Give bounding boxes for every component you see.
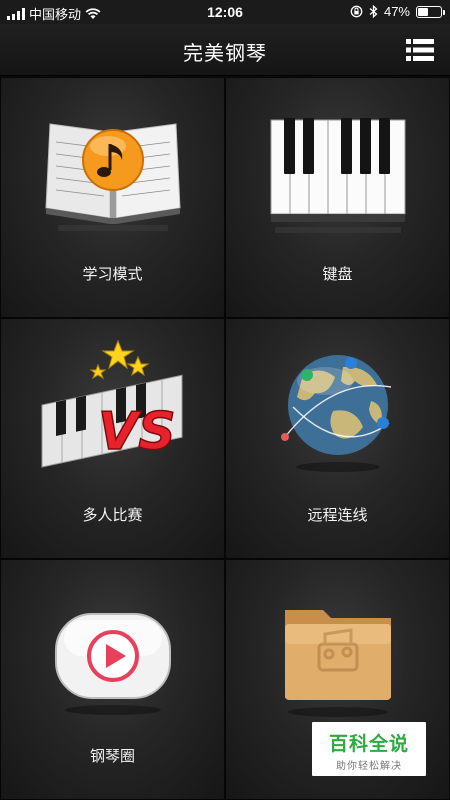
tile-learning-mode[interactable]: 学习模式 bbox=[0, 77, 225, 318]
battery-icon bbox=[416, 5, 445, 18]
globe-network-icon bbox=[281, 355, 392, 472]
svg-text:VS: VS bbox=[98, 402, 176, 462]
play-button-icon bbox=[55, 613, 171, 715]
tile-label: 远程连线 bbox=[307, 507, 368, 524]
tile-label: 键盘 bbox=[322, 266, 353, 283]
rotation-lock-icon bbox=[350, 5, 363, 18]
status-right: 47% bbox=[350, 4, 445, 19]
feature-grid: 学习模式 键盘 VS 多人比赛 远程连线 钢琴圈 bbox=[0, 77, 450, 800]
status-bar: 中国移动 12:06 47% bbox=[0, 0, 450, 24]
list-menu-icon bbox=[406, 39, 434, 61]
music-book-icon bbox=[45, 123, 181, 231]
bluetooth-icon bbox=[369, 5, 378, 18]
menu-button[interactable] bbox=[406, 38, 434, 62]
tile-keyboard[interactable]: 键盘 bbox=[225, 77, 450, 318]
battery-percent: 47% bbox=[383, 4, 410, 19]
tile-piano-circle[interactable]: 钢琴圈 bbox=[0, 559, 225, 800]
tile-label: 钢琴圈 bbox=[89, 748, 135, 765]
tile-multiplayer[interactable]: VS 多人比赛 bbox=[0, 318, 225, 559]
watermark-main-text: 百科全说 bbox=[328, 734, 409, 755]
piano-keys-icon bbox=[270, 118, 406, 233]
battery-fill bbox=[418, 7, 428, 16]
tile-label: 多人比赛 bbox=[82, 507, 143, 524]
versus-piano-icon: VS bbox=[41, 339, 183, 468]
page-title: 完美钢琴 bbox=[183, 43, 267, 65]
nav-bar: 完美钢琴 bbox=[0, 24, 450, 76]
tile-remote-connect[interactable]: 远程连线 bbox=[225, 318, 450, 559]
music-folder-icon bbox=[285, 610, 391, 717]
tile-label: 学习模式 bbox=[82, 266, 143, 283]
watermark-badge: 百科全说 助你轻松解决 bbox=[312, 722, 426, 776]
watermark-sub-text: 助你轻松解决 bbox=[336, 761, 402, 772]
